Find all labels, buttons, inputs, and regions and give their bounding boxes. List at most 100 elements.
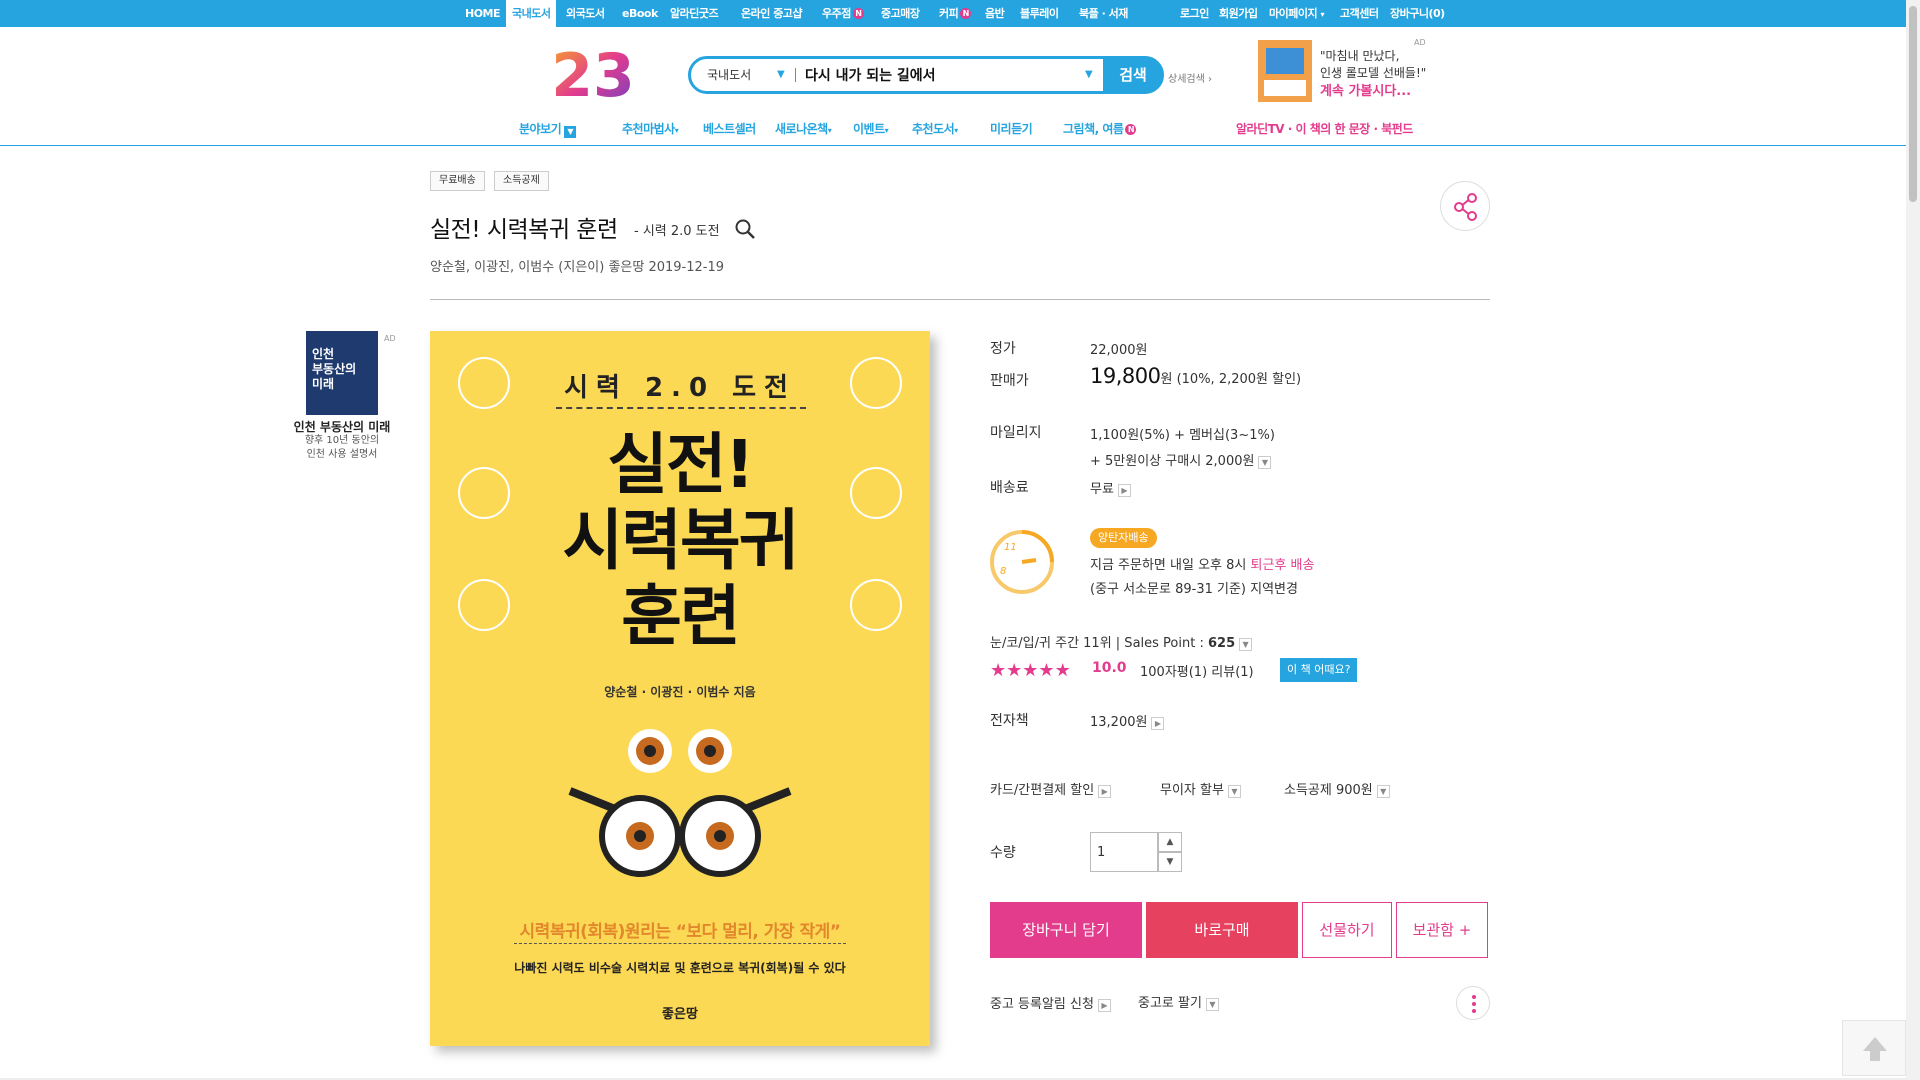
- top-nav-login[interactable]: 로그인: [1180, 0, 1209, 27]
- search-input[interactable]: [805, 63, 1105, 87]
- top-nav-music[interactable]: 음반: [985, 0, 1005, 27]
- subnav-label: 추천도서: [912, 122, 955, 136]
- chevron-right-icon[interactable]: ▶: [1097, 999, 1111, 1012]
- top-nav-cart[interactable]: 장바구니(0): [1390, 0, 1445, 27]
- aladin-23-logo[interactable]: 23: [551, 41, 635, 111]
- chevron-down-icon[interactable]: ▼: [1227, 785, 1241, 798]
- share-button[interactable]: [1440, 181, 1490, 231]
- top-nav-goods[interactable]: 알라딘굿즈: [670, 0, 719, 27]
- chevron-down-icon[interactable]: ▼: [777, 59, 785, 91]
- chevron-down-icon[interactable]: ▼: [1239, 638, 1253, 651]
- top-nav-bookple[interactable]: 북플 · 서재: [1079, 0, 1128, 27]
- star-icon: ★: [1054, 660, 1071, 681]
- quantity-decrease-button[interactable]: ▼: [1158, 852, 1182, 872]
- top-nav-home[interactable]: HOME: [465, 0, 501, 27]
- chevron-right-icon[interactable]: ▶: [1098, 785, 1112, 798]
- top-nav-ebook[interactable]: eBook: [622, 0, 658, 27]
- subnav-picture-books[interactable]: 그림책, 여름 N: [1063, 120, 1137, 137]
- subnav-label: 새로나온책: [775, 122, 828, 136]
- subnav-preview-listen[interactable]: 미리듣기: [990, 120, 1033, 137]
- sell-used[interactable]: 중고로 팔기 ▼: [1138, 992, 1219, 1011]
- gift-button[interactable]: 선물하기: [1302, 902, 1392, 958]
- installment[interactable]: 무이자 할부 ▼: [1160, 779, 1241, 798]
- target-icon: [850, 467, 902, 519]
- quantity-input[interactable]: [1097, 842, 1141, 862]
- subnav-new-books[interactable]: 새로나온책▾: [775, 120, 832, 137]
- top-nav-ujujeom[interactable]: 우주점 N: [822, 0, 864, 27]
- subnav-events[interactable]: 이벤트▾: [853, 120, 889, 137]
- chevron-right-icon[interactable]: ▶: [1151, 717, 1165, 730]
- cover-publisher: 좋은땅: [662, 1007, 698, 1022]
- subnav-right-links[interactable]: 알라딘TV · 이 책의 한 문장 · 북펀드: [1236, 120, 1413, 137]
- side-ad-title[interactable]: 인천 부동산의 미래: [290, 418, 394, 435]
- top-nav-foreign-books[interactable]: 외국도서: [566, 0, 605, 27]
- header-ad-line2[interactable]: 인생 롤모델 선배들!": [1320, 64, 1426, 81]
- chevron-down-icon[interactable]: ▼: [1258, 456, 1272, 469]
- header-ad-line1[interactable]: "마침내 만났다,: [1320, 48, 1399, 64]
- list-price-value: 22,000원: [1090, 343, 1148, 358]
- add-to-cart-button[interactable]: 장바구니 담기: [990, 902, 1142, 958]
- buy-now-button[interactable]: 바로구매: [1146, 902, 1298, 958]
- top-nav-used-store[interactable]: 중고매장: [881, 0, 920, 27]
- header-ad-image[interactable]: [1258, 40, 1312, 102]
- cover-dash-line: [556, 407, 806, 409]
- side-ad-description[interactable]: 향후 10년 동안의 인천 사용 설명서: [290, 434, 394, 462]
- write-review-button[interactable]: 이 책 어때요?: [1280, 658, 1358, 682]
- top-nav-signup[interactable]: 회원가입: [1219, 0, 1258, 27]
- advanced-search-link[interactable]: 상세검색 ›: [1168, 70, 1212, 85]
- save-to-wishlist-button[interactable]: 보관함 +: [1396, 902, 1488, 958]
- chevron-right-icon: ›: [1208, 74, 1212, 85]
- chevron-down-icon[interactable]: ▼: [1205, 998, 1219, 1011]
- shipping-value[interactable]: 무료 ▶: [1090, 478, 1131, 497]
- cover-tagline: 시력복귀(회복)원리는 “보다 멀리, 가장 작게”: [519, 922, 841, 942]
- book-cover-image[interactable]: 시력 2.0 도전 실전! 시력복귀 훈련 양순철 · 이광진 · 이범수 지음…: [430, 331, 930, 1046]
- list-price-label: 정가: [990, 341, 1016, 357]
- mileage-extra[interactable]: + 5만원이상 구매시 2,000원 ▼: [1090, 450, 1272, 469]
- eyes-and-glasses-illustration: [568, 729, 792, 877]
- star-icon: ★: [1038, 660, 1055, 681]
- dropdown-icon: ▼: [564, 126, 577, 138]
- search-button[interactable]: 검색: [1103, 56, 1163, 94]
- subnav-browse-categories[interactable]: 분야보기 ▼: [519, 120, 577, 138]
- subnav-recommend-wizard[interactable]: 추천마법사▾: [622, 120, 679, 137]
- search-dropdown-icon[interactable]: ▼: [1085, 59, 1093, 91]
- rating-score: 10.0: [1092, 660, 1127, 676]
- delivery-highlight: 퇴근후 배송: [1250, 558, 1315, 573]
- header-ad-line3[interactable]: 계속 가볼시다...: [1320, 80, 1411, 99]
- installment-label: 무이자 할부: [1160, 783, 1224, 798]
- dot: [1472, 1002, 1476, 1006]
- top-nav-mypage[interactable]: 마이페이지 ▾: [1269, 0, 1324, 27]
- top-nav-used-shop[interactable]: 온라인 중고샵: [741, 0, 803, 27]
- svg-text:11: 11: [1004, 542, 1017, 553]
- tax-deduction[interactable]: 소득공제 900원 ▼: [1284, 779, 1390, 798]
- ad-image-part: [1266, 48, 1304, 74]
- chevron-down-icon[interactable]: ▼: [1376, 785, 1390, 798]
- side-ad-book-text: 인천 부동산의 미래: [312, 347, 357, 391]
- top-nav-customer-center[interactable]: 고객센터: [1340, 0, 1379, 27]
- card-discount[interactable]: 카드/간편결제 할인 ▶: [990, 779, 1112, 798]
- more-options-button[interactable]: [1456, 986, 1490, 1020]
- subnav-bestseller[interactable]: 베스트셀러: [703, 120, 756, 137]
- ebook-price[interactable]: 13,200원 ▶: [1090, 711, 1165, 730]
- scroll-to-top-button[interactable]: [1842, 1020, 1906, 1076]
- chevron-right-icon[interactable]: ▶: [1117, 484, 1131, 497]
- subnav-recommended[interactable]: 추천도서▾: [912, 120, 958, 137]
- used-alert[interactable]: 중고 등록알림 신청 ▶: [990, 993, 1111, 1012]
- sales-rank[interactable]: 눈/코/입/귀 주간 11위 | Sales Point : 625 ▼: [990, 632, 1253, 651]
- quantity-increase-button[interactable]: ▲: [1158, 832, 1182, 852]
- new-badge: N: [960, 8, 972, 19]
- quantity-stepper: [1090, 832, 1158, 872]
- review-counts[interactable]: 100자평(1) 리뷰(1): [1140, 661, 1254, 680]
- top-nav-coffee[interactable]: 커피 N: [939, 0, 972, 27]
- search-category-select[interactable]: 국내도서: [707, 59, 751, 91]
- delivery-address[interactable]: (중구 서소문로 89-31 기준) 지역변경: [1090, 578, 1298, 597]
- subnav-browse-label: 분야보기: [519, 122, 562, 136]
- top-nav-bluray[interactable]: 블루레이: [1020, 0, 1059, 27]
- top-nav-domestic-books[interactable]: 국내도서: [506, 0, 557, 27]
- search-icon[interactable]: [734, 218, 756, 240]
- dot: [1472, 1009, 1476, 1013]
- side-ad-book-cover[interactable]: 인천 부동산의 미래: [306, 331, 378, 415]
- star-icon: ★: [990, 660, 1007, 681]
- book-authors-publisher-date[interactable]: 양순철, 이광진, 이범수 (지은이) 좋은땅 2019-12-19: [430, 256, 724, 275]
- scrollbar-thumb[interactable]: [1909, 6, 1917, 202]
